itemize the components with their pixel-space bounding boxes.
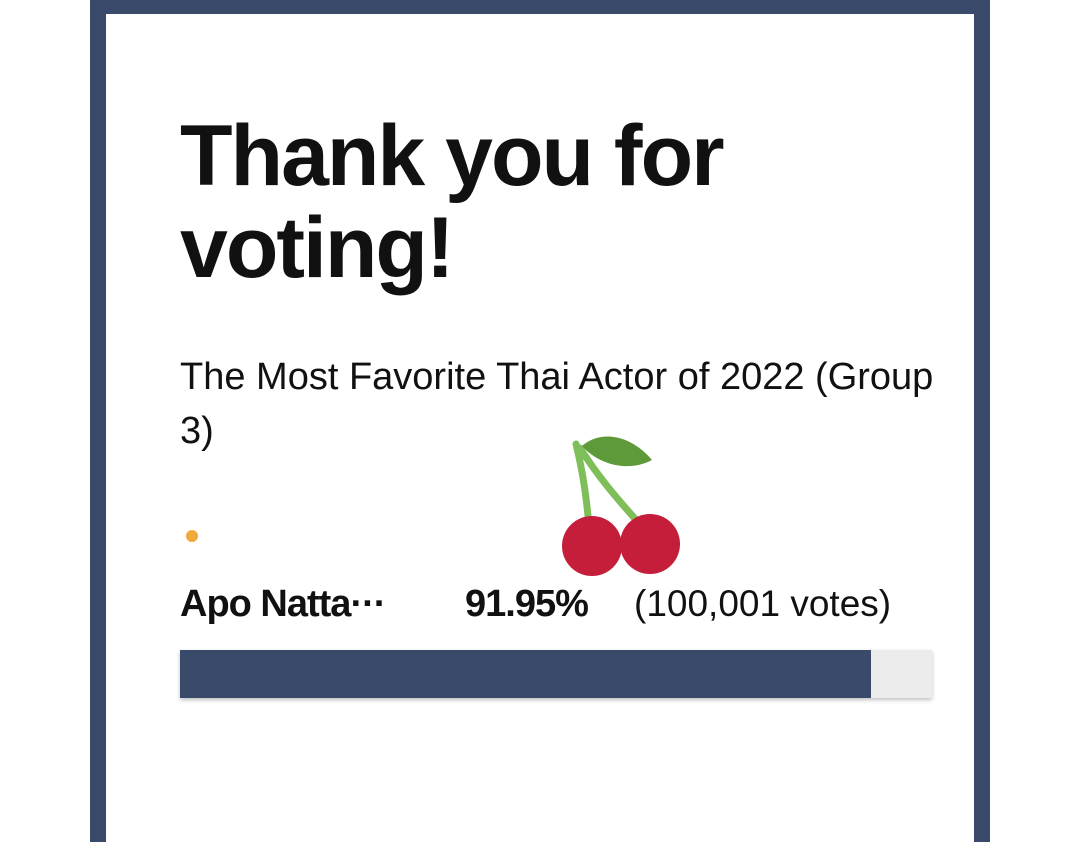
page-frame: Thank you for voting! The Most Favorite … [90, 0, 990, 842]
vote-result-card: Thank you for voting! The Most Favorite … [106, 14, 974, 842]
progress-bar [180, 650, 932, 698]
bullet-dot-icon [186, 530, 198, 542]
candidate-name: Apo Natta··· [180, 583, 386, 625]
page-title: Thank you for voting! [180, 108, 725, 296]
cherry-icon [562, 436, 680, 576]
vote-percent: 91.95% [465, 583, 589, 625]
vote-count: (100,001 votes) [634, 583, 892, 624]
progress-bar-fill [180, 650, 872, 698]
result-row: Apo Natta··· 91.95% (100,001 votes) [180, 576, 960, 632]
